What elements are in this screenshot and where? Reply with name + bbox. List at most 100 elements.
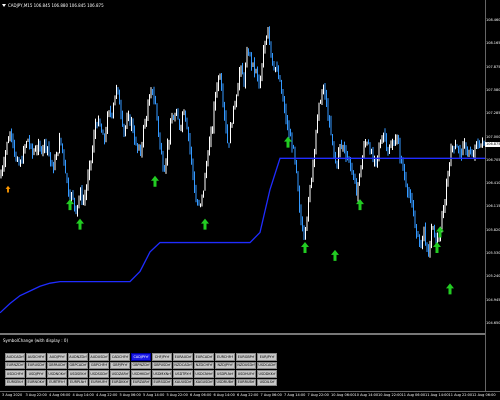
symbol-button[interactable]: GBPCHFrf (89, 361, 109, 369)
symbol-button[interactable]: EURSEKrf (5, 378, 25, 386)
symbol-button[interactable]: AUDCADrf (5, 353, 25, 361)
symbol-button[interactable]: CHFJPYrf (152, 353, 172, 361)
time-axis-label: 6 Aug 14:00 (213, 393, 235, 397)
symbol-button[interactable]: USDPLNrf (215, 370, 235, 378)
trend-line-path (0, 157, 485, 314)
price-axis-label: 105.240 (486, 274, 500, 279)
symbol-button[interactable]: USDCHFrf (5, 370, 25, 378)
symbol-button[interactable]: USDHUFrf (236, 370, 256, 378)
symbol-button[interactable]: NZDUSDrf (236, 361, 256, 369)
symbol-button[interactable]: EURNOKrf (26, 378, 46, 386)
price-axis-label: 106.115 (486, 204, 500, 209)
buy-arrow-icon (66, 199, 74, 211)
symbol-button[interactable]: USDILSrf (257, 378, 277, 386)
time-axis-label: 5 Aug 06:00 (119, 393, 141, 397)
symbol-button[interactable]: GBPJPYrf (110, 361, 130, 369)
time-axis-label: 5 Aug 14:00 (143, 393, 165, 397)
time-axis-label: 4 Aug 14:00 (72, 393, 94, 397)
signal-arrow-icon (5, 185, 11, 193)
price-axis-label: 105.530 (486, 251, 500, 256)
price-axis-label: 107.285 (486, 111, 500, 116)
price-axis-label: 104.945 (486, 297, 500, 302)
symbol-button[interactable]: USDCADrf (257, 361, 277, 369)
symbol-button[interactable]: USDZARrf (110, 370, 130, 378)
symbol-button[interactable]: GBPUSDrf (152, 361, 172, 369)
price-axis-label: 106.410 (486, 181, 500, 186)
buy-arrow-icon (151, 175, 159, 187)
symbol-button[interactable]: CADJPYrf (131, 353, 151, 361)
price-axis-label: 108.460 (486, 18, 500, 22)
time-axis-label: 7 Aug 22:00 (307, 393, 329, 397)
symbol-button[interactable]: EURSGDrf (152, 378, 172, 386)
symbol-button[interactable]: EURAUDrf (173, 353, 193, 361)
buy-arrow-icon (331, 249, 339, 261)
time-axis-label: 10 Aug 22:00 (378, 393, 402, 397)
symbol-button[interactable]: USDRUBrf (215, 378, 235, 386)
time-axis-label: 10 Aug 14:00 (354, 393, 379, 397)
symbol-button[interactable]: USDNOKrf (47, 370, 67, 378)
symbol-button[interactable]: GBPCADrf (68, 361, 88, 369)
symbol-button[interactable]: USDSEKrf (68, 370, 88, 378)
symbol-button[interactable]: EURCHFrf (215, 353, 235, 361)
symbol-button[interactable]: GBPNZDrf (131, 361, 151, 369)
buy-arrow-icon (201, 218, 209, 230)
time-axis-label: 11 Aug 06:00 (401, 393, 426, 397)
time-axis-label: 7 Aug 14:00 (284, 393, 306, 397)
dropdown-triangle-icon[interactable] (2, 3, 6, 7)
symbol-button[interactable]: NZDCADrf (173, 361, 193, 369)
symbol-button[interactable]: USDJPYrf (26, 370, 46, 378)
symbol-button[interactable]: EURJPYrf (257, 353, 277, 361)
symbol-button[interactable]: AUDNZDrf (68, 353, 88, 361)
symbol-button[interactable]: AUDJPYrf (47, 353, 67, 361)
price-axis-label: 107.875 (486, 64, 500, 69)
time-axis-label: 6 Aug 06:00 (190, 393, 212, 397)
symbol-button[interactable]: USDTRYrf (173, 370, 193, 378)
symbol-button[interactable]: USDDKKrf (257, 370, 277, 378)
symbol-button[interactable]: EURHUFrf (89, 378, 109, 386)
symbol-button[interactable]: XAUUSDrf (173, 378, 193, 386)
symbol-button[interactable]: NZDJPYrf (215, 361, 235, 369)
buy-arrow-icon (446, 283, 454, 295)
symbol-button[interactable]: XAGUSDrf (194, 378, 214, 386)
symbol-button[interactable]: NZDCHFrf (194, 361, 214, 369)
symbol-button[interactable]: USDMXNrf (152, 370, 172, 378)
symbol-button[interactable]: EURTRYrf (47, 378, 67, 386)
symbol-button[interactable]: EURPLNrf (68, 378, 88, 386)
price-axis-label: 107.000 (486, 134, 500, 139)
time-axis-label: 3 Aug 22:00 (25, 393, 47, 397)
symbol-button[interactable]: GBPAUDrf (47, 361, 67, 369)
price-axis-label: 107.580 (486, 87, 500, 92)
symbol-button[interactable]: EURNZDrf (5, 361, 25, 369)
symbol-button[interactable]: EURZARrf (131, 378, 151, 386)
signal-arrows (5, 136, 454, 295)
trend-line (0, 157, 485, 314)
symbol-button[interactable]: USDHKDrf (131, 370, 151, 378)
time-axis-label: 5 Aug 22:00 (166, 393, 188, 397)
symbol-button[interactable]: CADCHFrf (110, 353, 130, 361)
time-axis-label: 4 Aug 06:00 (49, 393, 71, 397)
price-axis-label: 108.165 (486, 41, 500, 46)
chart-header: CADJPY,M15 106.845 106.880 106.845 106.8… (2, 1, 104, 9)
symbol-button[interactable]: EURUSDrf (26, 361, 46, 369)
symbol-button[interactable]: EURRUBrf (236, 378, 256, 386)
symbol-button[interactable]: AUDCHFrf (26, 353, 46, 361)
price-axis-label: 105.820 (486, 227, 500, 232)
symbol-button-grid: AUDCADrf AUDCHFrf AUDJPYrf AUDNZDrf AUDUSDrf… (5, 353, 277, 386)
current-price-tag: 106.875 (485, 142, 500, 148)
time-axis-label: 12 Aug 06:00 (472, 393, 496, 397)
time-axis-label: 7 Aug 06:00 (260, 393, 282, 397)
buy-arrow-icon (356, 199, 364, 211)
symbol-button[interactable]: USDSGDrf (89, 370, 109, 378)
buy-arrow-icon (284, 136, 292, 148)
price-axis-border (485, 0, 486, 391)
buy-arrow-icon (301, 242, 309, 254)
symbol-button[interactable]: AUDUSDrf (89, 353, 109, 361)
symbol-button[interactable]: EURGBPrf (236, 353, 256, 361)
buy-arrow-icon (433, 242, 441, 254)
symbol-button[interactable]: EURDKKrf (110, 378, 130, 386)
symbol-button[interactable]: EURCADrf (194, 353, 214, 361)
ohlc-bars (0, 26, 485, 258)
time-axis-label: 11 Aug 14:00 (425, 393, 449, 397)
price-axis-label: 106.705 (486, 157, 500, 162)
symbol-button[interactable]: USDCNHrf (194, 370, 214, 378)
